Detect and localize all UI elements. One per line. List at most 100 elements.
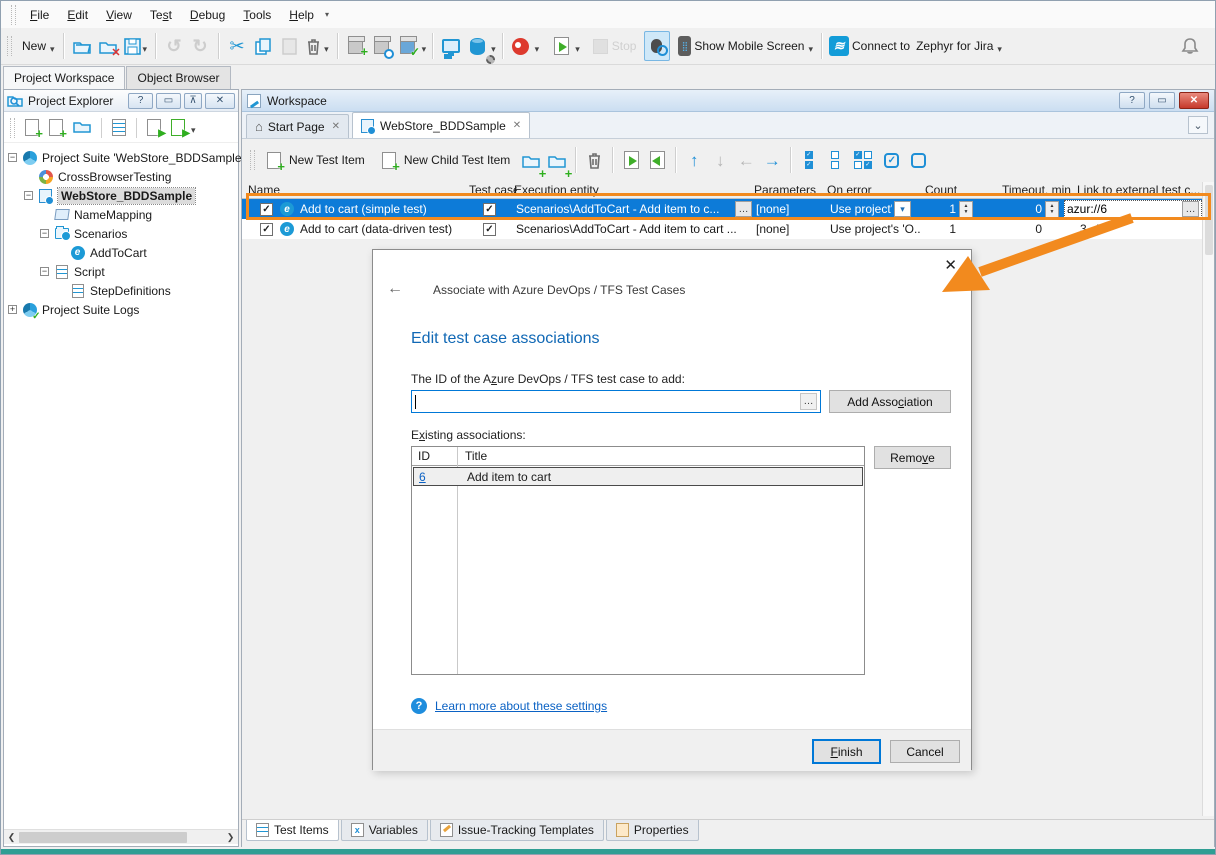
column-header-name[interactable]: Name	[248, 183, 448, 197]
run-selected-button[interactable]	[618, 145, 644, 175]
menu-file[interactable]: File	[21, 4, 58, 26]
verify-module-button[interactable]: ✓	[395, 31, 421, 61]
dropdown-icon[interactable]: ▾	[422, 44, 427, 55]
toolbar-grip[interactable]	[10, 118, 15, 138]
menu-edit[interactable]: Edit	[58, 4, 97, 26]
column-header-on-error[interactable]: On error	[827, 183, 917, 197]
tab-object-browser[interactable]: Object Browser	[126, 66, 230, 89]
connect-zephyr-button[interactable]: ≋ Connect to Zephyr for Jira ▾	[827, 31, 1005, 61]
move-up-button[interactable]: ↑	[681, 145, 707, 175]
new-child-test-item-button[interactable]: New Child Test Item	[375, 145, 512, 175]
link-edit-field[interactable]: azur://6 …	[1064, 200, 1202, 218]
debug-toggle-button[interactable]	[644, 31, 670, 61]
scroll-left-icon[interactable]: ❮	[4, 830, 19, 845]
copy-button[interactable]	[250, 31, 276, 61]
tree-item-addtocart[interactable]: e AddToCart	[70, 243, 147, 262]
check-all-button[interactable]	[796, 145, 822, 175]
show-mobile-screen-button[interactable]: ⣿ Show Mobile Screen ▾	[676, 31, 816, 61]
link-browse-button[interactable]: …	[1182, 201, 1199, 217]
uncheck-group-button[interactable]	[905, 145, 932, 175]
minimize-button[interactable]: ▭	[1149, 92, 1175, 109]
check-group-button[interactable]: ✓	[878, 145, 905, 175]
menu-tools[interactable]: Tools	[234, 4, 280, 26]
dropdown-icon[interactable]: ▾	[324, 44, 329, 55]
close-tab-icon[interactable]: ✕	[513, 120, 521, 131]
tab-project-workspace[interactable]: Project Workspace	[3, 66, 125, 89]
toolbar-grip[interactable]	[11, 5, 16, 25]
tree-item-stepdefinitions[interactable]: StepDefinitions	[70, 281, 171, 300]
id-browse-button[interactable]: …	[800, 393, 817, 410]
run-project-button[interactable]	[147, 119, 161, 136]
delete-test-item-button[interactable]	[581, 145, 607, 175]
menu-help[interactable]: Help	[280, 4, 323, 26]
save-button[interactable]: ▾	[121, 31, 151, 61]
tab-test-items[interactable]: Test Items	[246, 820, 339, 841]
paste-button[interactable]	[276, 31, 302, 61]
module-target-button[interactable]	[369, 31, 395, 61]
add-project-button[interactable]	[25, 119, 39, 136]
count-spinner[interactable]: ▲▼	[959, 201, 973, 218]
organize-items-button[interactable]	[112, 119, 126, 136]
run-focused-button[interactable]	[644, 145, 670, 175]
dropdown-icon[interactable]: ▾	[575, 44, 580, 55]
screen-capture-button[interactable]	[438, 31, 464, 61]
tree-item-crossbrowsertesting[interactable]: CrossBrowserTesting	[38, 167, 171, 186]
tree-item-namemapping[interactable]: NameMapping	[54, 205, 152, 224]
column-header-timeout[interactable]: Timeout, min	[1002, 183, 1074, 197]
new-test-item-button[interactable]: New Test Item	[260, 145, 367, 175]
close-panel-button[interactable]: ✕	[205, 93, 235, 109]
collapse-icon[interactable]: −	[24, 191, 33, 200]
toolbar-grip[interactable]	[7, 36, 12, 56]
tree-item-project-suite-logs[interactable]: + Project Suite Logs	[8, 300, 139, 319]
column-header-execution-entity[interactable]: Execution entity	[514, 183, 714, 197]
tree-item-webstore-bddsample[interactable]: − WebStore_BDDSample	[24, 186, 195, 205]
add-item-button[interactable]	[49, 119, 63, 136]
dropdown-icon[interactable]: ▾	[143, 44, 148, 55]
combo-dropdown-icon[interactable]: ▾	[894, 201, 911, 217]
column-header-parameters[interactable]: Parameters	[754, 183, 824, 197]
dropdown-icon[interactable]: ▾	[535, 44, 540, 55]
column-header-link[interactable]: Link to external test c...	[1077, 183, 1202, 197]
close-workspace-button[interactable]: ✕	[1179, 92, 1209, 109]
scroll-right-icon[interactable]: ❯	[223, 830, 238, 845]
learn-more-link[interactable]: Learn more about these settings	[435, 699, 607, 713]
tab-start-page[interactable]: ⌂ Start Page ✕	[246, 114, 349, 138]
collapse-icon[interactable]: −	[40, 229, 49, 238]
notifications-button[interactable]	[1177, 31, 1203, 61]
test-item-row[interactable]: ✓ e Add to cart (simple test) ✓ Scenario…	[242, 199, 1204, 219]
pin-button[interactable]: ⊼	[184, 93, 202, 109]
menu-test[interactable]: Test	[141, 4, 181, 26]
timeout-value[interactable]: 0	[1028, 199, 1042, 219]
test-case-checkbox[interactable]: ✓	[483, 203, 496, 216]
close-file-button[interactable]: ✕	[95, 31, 121, 61]
minimize-button[interactable]: ▭	[156, 93, 181, 109]
test-item-row[interactable]: ✓ e Add to cart (data-driven test) ✓ Sce…	[242, 219, 1204, 239]
data-settings-button[interactable]	[464, 31, 490, 61]
new-group-button[interactable]: +	[518, 145, 544, 175]
horizontal-scrollbar[interactable]: ❮ ❯	[4, 829, 238, 844]
association-row[interactable]: 6 Add item to cart	[413, 467, 863, 486]
test-case-id-input[interactable]: …	[411, 390, 821, 413]
dialog-close-icon[interactable]: ✕	[944, 256, 957, 274]
collapse-icon[interactable]: −	[40, 267, 49, 276]
open-project-button[interactable]	[73, 118, 91, 137]
toolbar-grip[interactable]	[250, 150, 255, 170]
tab-list-dropdown-button[interactable]: ⌄	[1188, 116, 1208, 134]
undo-button[interactable]: ↺	[161, 31, 187, 61]
count-value[interactable]: 1	[942, 199, 956, 219]
expand-icon[interactable]: +	[8, 305, 17, 314]
add-module-button[interactable]: +	[343, 31, 369, 61]
tab-properties[interactable]: Properties	[606, 820, 699, 841]
dropdown-icon[interactable]: ▾	[191, 125, 196, 136]
tree-item-script[interactable]: − Script	[40, 262, 105, 281]
finish-button[interactable]: Finish	[813, 740, 880, 763]
tree-item-scenarios[interactable]: − Scenarios	[40, 224, 127, 243]
help-button[interactable]: ?	[128, 93, 153, 109]
run-button[interactable]	[548, 31, 574, 61]
tab-variables[interactable]: Variables	[341, 820, 428, 841]
delete-button[interactable]: ▾	[302, 31, 332, 61]
menu-overflow-icon[interactable]: ▾	[325, 10, 329, 19]
tab-webstore-bddsample[interactable]: WebStore_BDDSample ✕	[352, 112, 530, 138]
tab-issue-tracking-templates[interactable]: Issue-Tracking Templates	[430, 820, 604, 841]
association-id-link[interactable]: 6	[414, 470, 458, 484]
